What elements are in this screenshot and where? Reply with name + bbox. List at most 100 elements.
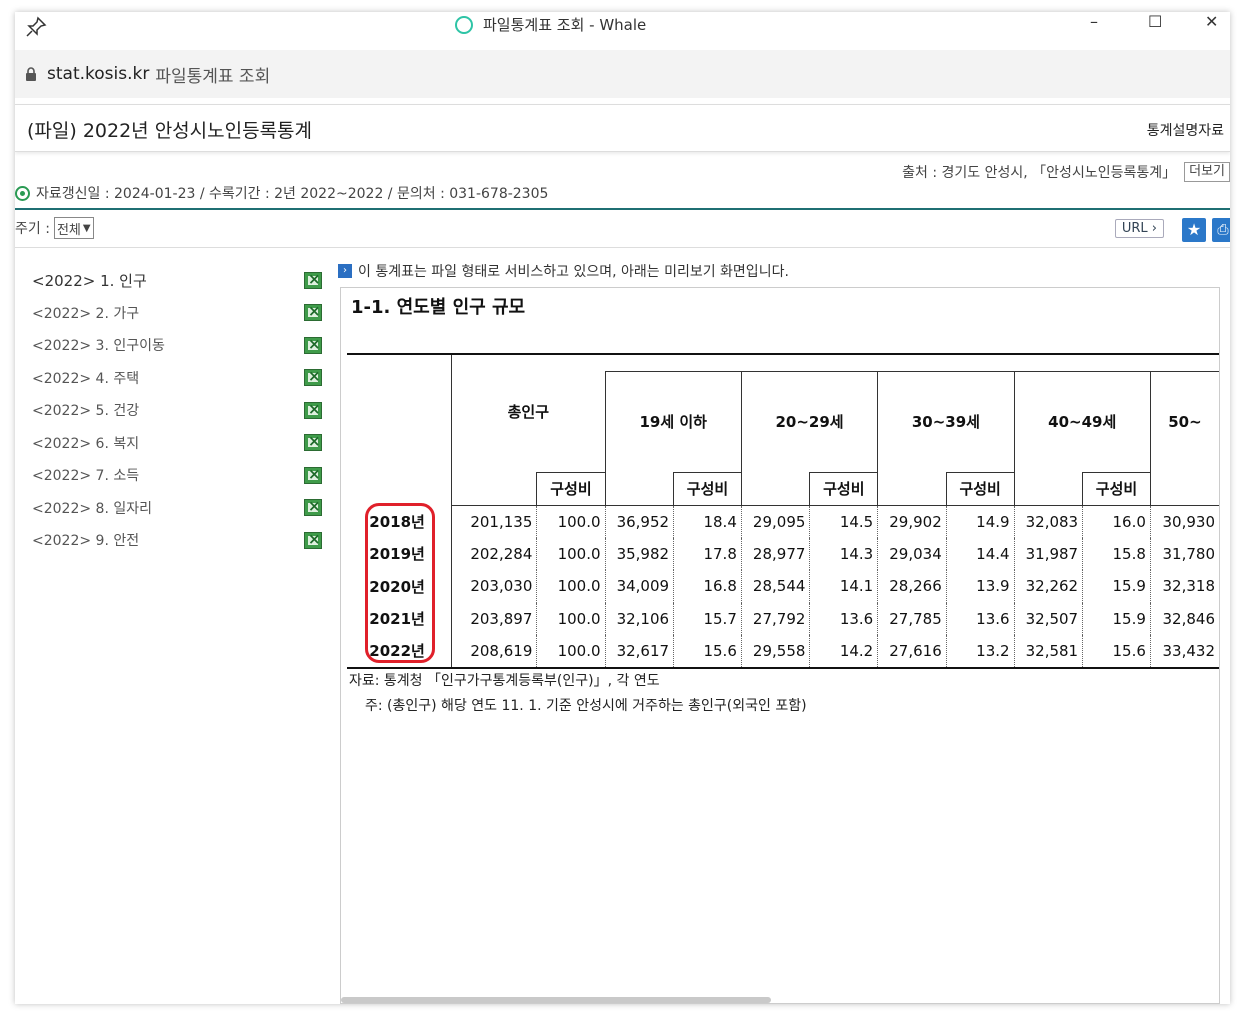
excel-icon[interactable] — [304, 432, 322, 452]
period-filter: 주기 : 전체 ▼ — [15, 217, 94, 239]
header-ratio: 구성비 — [809, 471, 879, 506]
table-cell: 201,135 — [451, 505, 538, 538]
table-cell: 28,544 — [741, 570, 811, 603]
header-blank — [877, 472, 947, 506]
table-cell: 33,432 — [1150, 635, 1219, 669]
print-icon[interactable]: ⎙ — [1212, 218, 1230, 242]
year-cell: 2020년 — [347, 570, 453, 603]
window-title-group: 파일통계표 조회 - Whale — [455, 14, 646, 35]
excel-icon[interactable] — [304, 400, 322, 419]
header-blank — [1013, 472, 1084, 506]
statistics-description-link[interactable]: 통계설명자료 — [1147, 120, 1224, 140]
table-row: 2018년 201,135 100.0 36,952 18.4 29,095 1… — [347, 505, 1219, 538]
table-title: 1-1. 연도별 인구 규모 — [351, 297, 526, 318]
close-button[interactable]: ✕ — [1205, 12, 1218, 31]
table-cell: 28,977 — [741, 537, 811, 570]
sidebar-item-income[interactable]: <2022> 7. 소득 — [32, 459, 322, 492]
table-cell: 16.8 — [673, 570, 742, 603]
table-cell: 203,897 — [451, 602, 538, 635]
sidebar-item-label: <2022> 2. 가구 — [32, 305, 140, 322]
header-ratio: 구성비 — [945, 471, 1015, 506]
address-bar[interactable]: stat.kosis.kr 파일통계표 조회 — [15, 50, 1230, 98]
table-cell: 14.3 — [809, 537, 879, 570]
year-cell: 2021년 — [347, 602, 453, 635]
table-cell: 32,846 — [1162, 609, 1216, 628]
horizontal-scrollbar[interactable] — [341, 997, 771, 1003]
table-cell: 36,952 — [605, 505, 675, 538]
table-cell: 32,581 — [1014, 635, 1084, 669]
table-cell: 29,902 — [877, 505, 947, 538]
table-row: 2022년 208,619 100.0 32,617 15.6 29,558 1… — [347, 635, 1219, 669]
window-title: 파일통계표 조회 - Whale — [483, 16, 647, 34]
sidebar-item-safety[interactable]: <2022> 9. 안전 — [32, 524, 322, 557]
year-cell: 2018년 — [347, 505, 453, 538]
sidebar-item-label: <2022> 8. 일자리 — [32, 500, 152, 517]
header-group-20-29: 20~29세 — [740, 370, 879, 472]
address-page-title: 파일통계표 조회 — [155, 66, 271, 87]
table-cell: 27,616 — [877, 635, 947, 669]
page-title: (파일) 2022년 안성시노인등록통계 — [27, 120, 313, 142]
header-corner — [347, 353, 453, 505]
preview-pane[interactable]: 1-1. 연도별 인구 규모 총인구 19세 이하 20~29세 30~39세 … — [340, 287, 1220, 1004]
sidebar-item-household[interactable]: <2022> 2. 가구 — [32, 297, 322, 330]
table-cell: 14.5 — [809, 505, 879, 538]
more-button[interactable]: 더보기 — [1184, 162, 1230, 182]
whale-logo-icon — [455, 15, 473, 34]
sidebar-item-migration[interactable]: <2022> 3. 인구이동 — [32, 329, 322, 362]
table-cell: 32,083 — [1014, 505, 1084, 538]
browser-window: 파일통계표 조회 - Whale – ☐ ✕ stat.kosis.kr 파일통… — [15, 12, 1230, 1004]
header-group-30-39: 30~39세 — [877, 370, 1015, 472]
sidebar-item-housing[interactable]: <2022> 4. 주택 — [32, 362, 322, 395]
maximize-button[interactable]: ☐ — [1148, 12, 1162, 31]
page-header: (파일) 2022년 안성시노인등록통계 통계설명자료 — [15, 104, 1230, 152]
header-blank — [451, 472, 538, 506]
table-cell: 27,792 — [741, 602, 811, 635]
table-cell: 14.9 — [946, 505, 1015, 538]
excel-icon[interactable] — [304, 367, 322, 387]
table-cell: 17.8 — [673, 537, 742, 570]
header-group-50-plus: 50~ — [1149, 370, 1219, 472]
table-cell: 32,617 — [605, 635, 675, 669]
sidebar-item-label: <2022> 1. 인구 — [32, 271, 147, 290]
table-cell: 34,009 — [605, 570, 675, 603]
sidebar-item-jobs[interactable]: <2022> 8. 일자리 — [32, 492, 322, 525]
notice-text: 이 통계표는 파일 형태로 서비스하고 있으며, 아래는 미리보기 화면입니다. — [358, 264, 789, 280]
period-selected-value: 전체 — [56, 222, 81, 238]
meta-text: 자료갱신일 : 2024-01-23 / 수록기간 : 2년 2022~2022… — [36, 186, 549, 202]
info-dot-icon — [15, 185, 30, 201]
sidebar-item-label: <2022> 6. 복지 — [32, 435, 140, 452]
pin-icon[interactable] — [25, 16, 47, 38]
minimize-button[interactable]: – — [1090, 12, 1098, 31]
star-icon[interactable]: ★ — [1182, 218, 1206, 242]
sidebar-item-population[interactable]: <2022> 1. 인구 — [32, 264, 322, 297]
table-cell: 29,558 — [741, 635, 811, 669]
table-cell: 32,262 — [1014, 570, 1084, 603]
excel-icon[interactable] — [304, 530, 322, 549]
table-cell: 32,318 — [1162, 577, 1216, 596]
period-select[interactable]: 전체 ▼ — [53, 217, 94, 239]
arrow-right-icon: › — [338, 264, 352, 278]
header-blank — [740, 472, 811, 506]
year-cell: 2019년 — [347, 537, 453, 570]
sidebar-item-welfare[interactable]: <2022> 6. 복지 — [32, 427, 322, 460]
table-cell: 13.2 — [946, 635, 1015, 669]
excel-icon[interactable] — [304, 270, 322, 289]
chevron-down-icon: ▼ — [82, 222, 91, 234]
title-bar: 파일통계표 조회 - Whale – ☐ ✕ — [15, 12, 1230, 50]
header-group-40-49: 40~49세 — [1013, 370, 1151, 472]
table-cell: 30,930 — [1162, 512, 1216, 531]
table-cell: 13.6 — [809, 602, 879, 635]
header-blank — [1149, 472, 1219, 506]
table-cell: 32,507 — [1014, 602, 1084, 635]
excel-icon[interactable] — [304, 497, 322, 517]
excel-icon[interactable] — [304, 302, 322, 322]
footnote-note: 주: (총인구) 해당 연도 11. 1. 기준 안성시에 거주하는 총인구(외… — [365, 698, 807, 714]
excel-icon[interactable] — [304, 465, 322, 484]
url-button[interactable]: URL › — [1114, 219, 1164, 238]
sidebar-item-health[interactable]: <2022> 5. 건강 — [32, 394, 322, 427]
meta-row: 자료갱신일 : 2024-01-23 / 수록기간 : 2년 2022~2022… — [15, 183, 548, 203]
table-cell: 15.8 — [1082, 537, 1151, 570]
excel-icon[interactable] — [304, 335, 322, 354]
table-cell: 15.9 — [1082, 602, 1151, 635]
header-total: 총인구 — [507, 403, 550, 421]
